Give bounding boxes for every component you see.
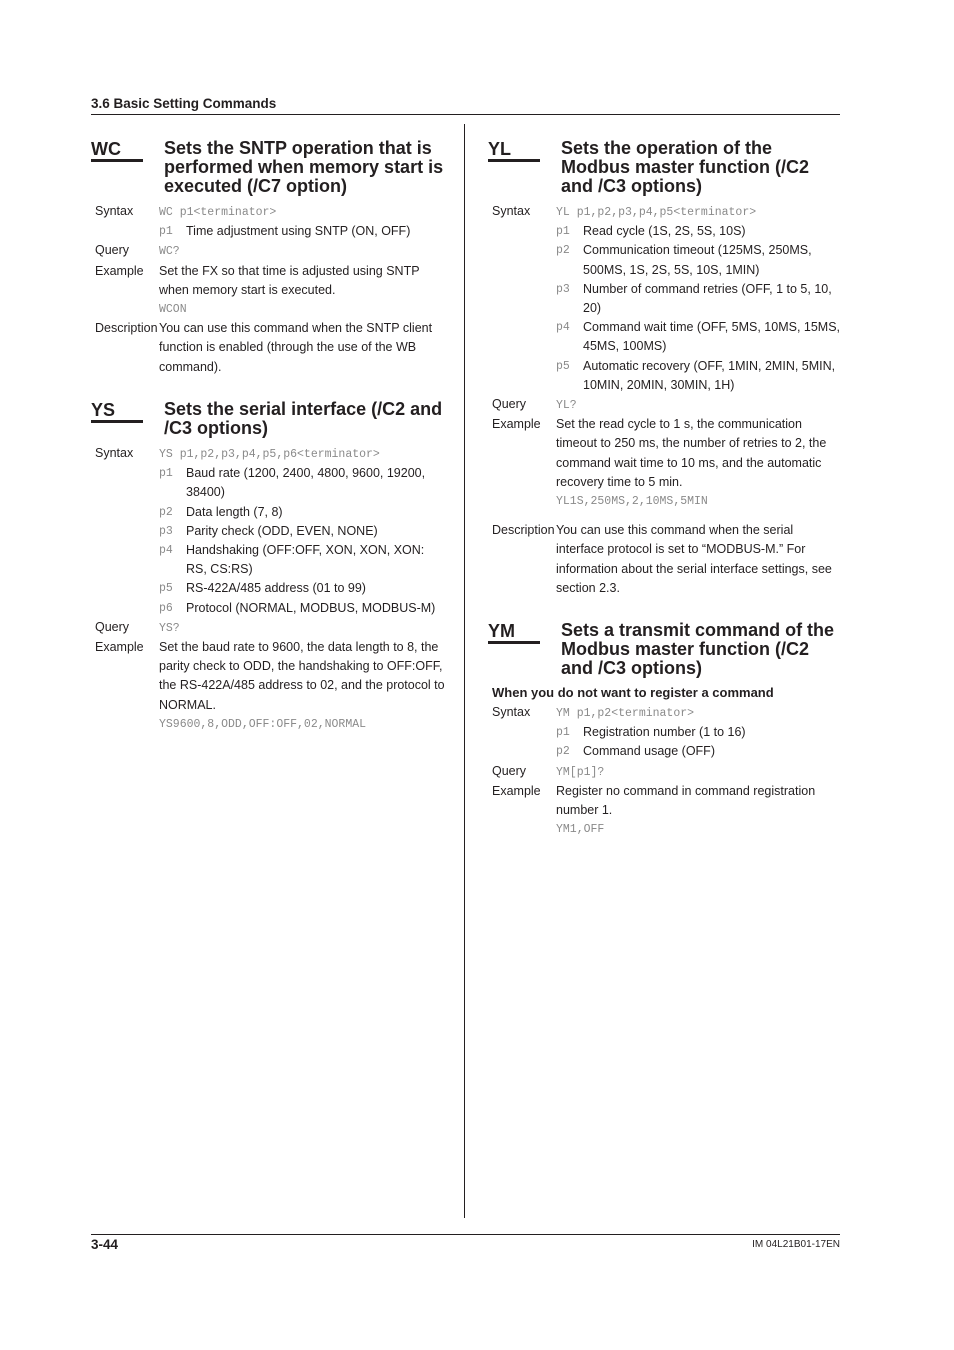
param-item: p2 Communication timeout (125MS, 250MS, 5…: [556, 243, 812, 277]
example-text: Set the read cycle to 1 s, the communica…: [556, 417, 827, 489]
description-text: You can use this command when the SNTP c…: [159, 321, 433, 374]
column-divider: [464, 124, 465, 1218]
subheading: When you do not want to register a comma…: [492, 685, 774, 700]
example-label: Example: [95, 640, 144, 655]
command-code: YS: [91, 400, 143, 423]
document-id: IM 04L21B01-17EN: [752, 1239, 840, 1250]
param-item: p5 Automatic recovery (OFF, 1MIN, 2MIN, 5…: [556, 358, 836, 392]
command-wc: WC Sets the SNTP operation that is perfo…: [91, 139, 446, 377]
syntax-label: Syntax: [95, 204, 134, 218]
example-text: Register no command in command registrat…: [556, 783, 816, 818]
command-ys: YS Sets the serial interface (/C2 and /C…: [91, 400, 446, 734]
syntax-label: Syntax: [492, 705, 531, 719]
command-yl: YL Sets the operation of the Modbus mast…: [488, 139, 843, 598]
command-ym: YM Sets a transmit command of the Modbus…: [488, 621, 843, 839]
query-code: YS?: [159, 621, 180, 635]
query-code: YL?: [556, 399, 577, 413]
param-item: p1 Baud rate (1200, 2400, 4800, 9600, 192…: [159, 466, 426, 500]
command-title: Sets the operation of the Modbus master …: [561, 138, 810, 196]
syntax-label: Syntax: [95, 446, 134, 460]
command-code: YL: [488, 139, 540, 162]
section-header: 3.6 Basic Setting Commands: [91, 95, 840, 115]
param-item: p6 Protocol (NORMAL, MODBUS, MODBUS-M): [159, 600, 436, 615]
param-item: p2 Command usage (OFF): [556, 744, 715, 759]
query-label: Query: [492, 397, 527, 412]
syntax-code: YL p1,p2,p3,p4,p5<terminator>: [556, 206, 757, 219]
command-title: Sets the SNTP operation that is performe…: [164, 138, 444, 196]
syntax-code: YM p1,p2<terminator>: [556, 707, 695, 720]
description-label: Description: [95, 321, 158, 336]
example-label: Example: [95, 263, 144, 278]
query-code: YM[p1]?: [556, 765, 605, 779]
param-item: p4 Command wait time (OFF, 5MS, 10MS, 15M…: [556, 320, 841, 354]
command-title: Sets a transmit command of the Modbus ma…: [561, 620, 835, 678]
footer-rule: [91, 1234, 840, 1235]
syntax-label: Syntax: [492, 204, 531, 218]
example-text: Set the FX so that time is adjusted usin…: [159, 263, 420, 297]
description-label: Description: [492, 523, 555, 538]
param-item: p4 Handshaking (OFF:OFF, XON, XON, XON: R…: [159, 543, 425, 577]
query-label: Query: [492, 763, 527, 778]
query-label: Query: [95, 619, 130, 634]
page-number: 3-44: [91, 1237, 119, 1252]
example-code: YS9600,8,ODD,OFF:OFF,02,NORMAL: [159, 717, 367, 731]
param-item: p1 Time adjustment using SNTP (ON, OFF): [159, 224, 411, 239]
section-title: 3.6 Basic Setting Commands: [91, 96, 277, 111]
example-code: YM1,OFF: [556, 823, 605, 837]
param-item: p1 Registration number (1 to 16): [556, 725, 746, 740]
example-text: Set the baud rate to 9600, the data leng…: [159, 640, 445, 712]
param-item: p3 Parity check (ODD, EVEN, NONE): [159, 523, 378, 538]
description-text: You can use this command when the serial…: [556, 523, 832, 595]
syntax-code: WC p1<terminator>: [159, 206, 277, 219]
example-label: Example: [492, 417, 541, 432]
example-label: Example: [492, 783, 541, 798]
command-code: WC: [91, 139, 143, 162]
command-code: YM: [488, 621, 540, 644]
param-item: p2 Data length (7, 8): [159, 504, 283, 519]
syntax-code: YS p1,p2,p3,p4,p5,p6<terminator>: [159, 448, 380, 461]
param-item: p5 RS-422A/485 address (01 to 99): [159, 581, 366, 596]
param-item: p3 Number of command retries (OFF, 1 to 5…: [556, 281, 832, 316]
command-title: Sets the serial interface (/C2 and /C3 o…: [164, 399, 443, 438]
query-code: WC?: [159, 245, 180, 259]
param-item: p1 Read cycle (1S, 2S, 5S, 10S): [556, 224, 746, 239]
example-code: YL1S,250MS,2,10MS,5MIN: [556, 495, 708, 509]
query-label: Query: [95, 243, 130, 258]
example-code: WCON: [159, 303, 187, 317]
